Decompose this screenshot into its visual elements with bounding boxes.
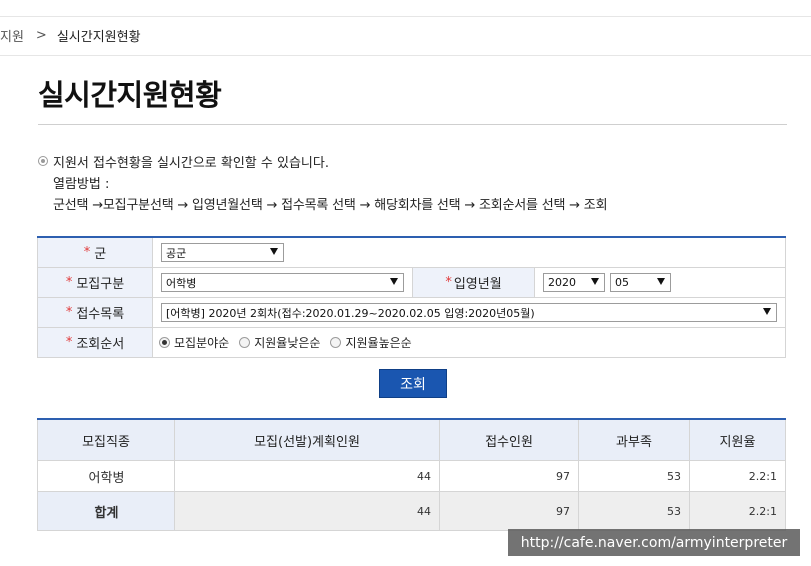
top-divider (0, 16, 811, 17)
table-header-row: 모집직종 모집(선발)계획인원 접수인원 과부족 지원율 (37, 418, 786, 461)
table-cell: 44 (174, 460, 440, 492)
breadcrumb: 지원 > 실시간지원현황 (0, 24, 141, 46)
enlist-year-select[interactable]: 2020 (543, 273, 605, 292)
title-divider (38, 124, 787, 125)
radio-icon[interactable] (330, 337, 342, 348)
category-select[interactable]: 어학병 (161, 273, 404, 292)
order-radio-high-rate[interactable]: 지원율높은순 (330, 334, 412, 351)
form-row-order: * 조회순서 모집분야순 지원율낮은순 지원율높은순 (37, 328, 786, 358)
category-label: * 모집구분 (38, 268, 153, 297)
radio-icon[interactable] (239, 337, 251, 348)
order-radio-low-rate[interactable]: 지원율낮은순 (239, 334, 320, 351)
dropdown-arrow-icon (591, 278, 599, 285)
table-cell: 어학병 (37, 460, 175, 492)
form-row-category: * 모집구분 어학병 * 입영년월 2020 05 (37, 268, 786, 298)
army-select[interactable]: 공군 (161, 243, 284, 262)
dropdown-arrow-icon (390, 278, 398, 285)
form-row-army: * 군 공군 (37, 238, 786, 268)
col-header: 지원율 (689, 418, 786, 461)
form-row-reception: * 접수목록 [어학병] 2020년 2회차(접수:2020.01.29~2020… (37, 298, 786, 328)
order-label: * 조회순서 (38, 328, 153, 357)
search-form: * 군 공군 * 모집구분 어학병 * 입영년월 2020 05 * 접수목록 [어 (37, 236, 786, 358)
breadcrumb-separator: > (35, 27, 47, 43)
info-line-2: 열람방법 : (53, 177, 110, 192)
radio-checked-icon[interactable] (159, 337, 170, 348)
reception-select[interactable]: [어학병] 2020년 2회차(접수:2020.01.29~2020.02.05… (161, 303, 777, 322)
table-cell: 2.2:1 (689, 491, 786, 531)
col-header: 모집직종 (37, 418, 175, 461)
dropdown-arrow-icon (763, 308, 771, 315)
result-table: 모집직종 모집(선발)계획인원 접수인원 과부족 지원율 어학병 44 97 5… (37, 418, 786, 531)
dropdown-arrow-icon (657, 278, 665, 285)
watermark: http://cafe.naver.com/armyinterpreter (508, 529, 800, 556)
table-row: 어학병 44 97 53 2.2:1 (37, 460, 786, 492)
bullet-icon (38, 156, 48, 166)
table-cell: 53 (578, 460, 690, 492)
table-cell: 44 (174, 491, 440, 531)
enlist-label: * 입영년월 (412, 268, 535, 297)
enlist-month-select[interactable]: 05 (610, 273, 671, 292)
search-button[interactable]: 조회 (379, 369, 447, 398)
col-header: 과부족 (578, 418, 690, 461)
breadcrumb-current: 실시간지원현황 (56, 29, 141, 45)
info-line-3: 군선택 →모집구분선택 → 입영년월선택 → 접수목록 선택 → 해당회차를 선… (53, 198, 608, 213)
dropdown-arrow-icon (270, 248, 278, 255)
table-total-row: 합계 44 97 53 2.2:1 (37, 491, 786, 531)
table-cell: 97 (439, 491, 579, 531)
col-header: 모집(선발)계획인원 (174, 418, 440, 461)
page-title: 실시간지원현황 (38, 78, 222, 112)
breadcrumb-parent[interactable]: 지원 (0, 26, 24, 45)
info-box: 지원서 접수현황을 실시간으로 확인할 수 있습니다. 열람방법 : 군선택 →… (38, 153, 608, 216)
table-cell: 2.2:1 (689, 460, 786, 492)
order-radio-field[interactable]: 모집분야순 (159, 334, 229, 351)
army-label: * 군 (38, 238, 153, 267)
table-cell: 53 (578, 491, 690, 531)
breadcrumb-divider (0, 55, 811, 56)
col-header: 접수인원 (439, 418, 579, 461)
table-cell: 합계 (37, 491, 175, 531)
reception-label: * 접수목록 (38, 298, 153, 327)
table-cell: 97 (439, 460, 579, 492)
info-line-1: 지원서 접수현황을 실시간으로 확인할 수 있습니다. (53, 156, 329, 171)
